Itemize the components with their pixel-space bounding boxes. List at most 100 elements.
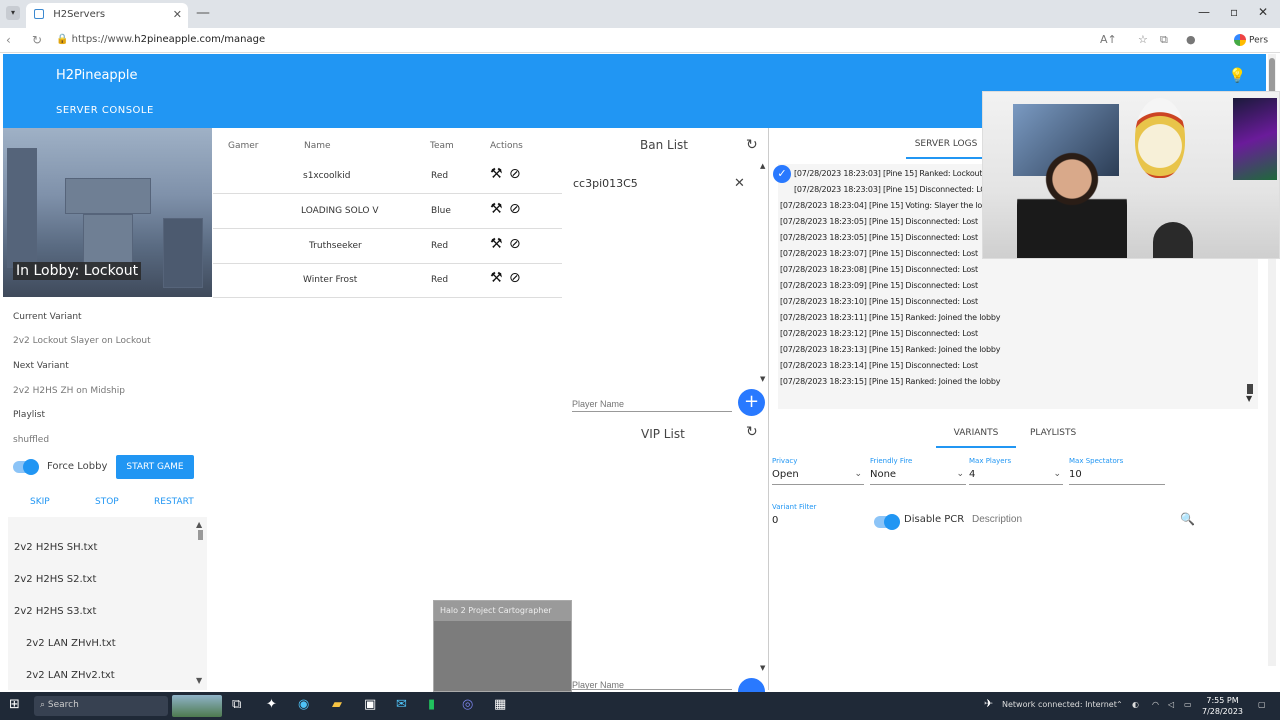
max-spectators-select[interactable]: Max Spectators 10 bbox=[1069, 457, 1165, 485]
vip-scroll-down-icon[interactable]: ▼ bbox=[760, 664, 765, 672]
log-line: [07/28/2023 18:23:04] [Pine 15] Voting: … bbox=[780, 201, 997, 210]
extension-icon[interactable]: ● bbox=[1186, 33, 1196, 46]
max-spectators-value: 10 bbox=[1069, 469, 1082, 480]
windows-start-icon[interactable]: ⊞ bbox=[9, 697, 20, 712]
floating-window[interactable]: Halo 2 Project Cartographer bbox=[433, 600, 572, 692]
list-item[interactable]: 2v2 H2HS S3.txt bbox=[14, 606, 96, 617]
friendly-fire-select[interactable]: Friendly Fire None ⌄ bbox=[870, 457, 966, 485]
back-icon[interactable]: ‹ bbox=[6, 33, 11, 47]
force-lobby-toggle[interactable] bbox=[13, 459, 39, 475]
start-game-button[interactable]: START GAME bbox=[116, 455, 194, 479]
reload-icon[interactable]: ↻ bbox=[32, 33, 42, 47]
search-icon[interactable]: 🔍 bbox=[1180, 512, 1195, 526]
task-view-icon[interactable]: ⧉ bbox=[232, 697, 241, 712]
list-item[interactable]: 2v2 LAN ZHvH.txt bbox=[26, 638, 116, 649]
kick-hammer-icon[interactable]: ⚒ bbox=[490, 236, 503, 252]
url-field[interactable]: 🔒 https://www.h2pineapple.com/manage bbox=[56, 34, 265, 45]
skip-button[interactable]: SKIP bbox=[30, 497, 50, 507]
page-scrollbar-thumb[interactable] bbox=[1269, 58, 1275, 94]
log-scrollbar[interactable]: ▼ bbox=[1246, 384, 1254, 404]
log-line: [07/28/2023 18:23:13] [Pine 15] Ranked: … bbox=[780, 345, 1001, 354]
restart-button[interactable]: RESTART bbox=[154, 497, 194, 507]
tab-server-logs[interactable]: SERVER LOGS bbox=[906, 139, 986, 159]
new-tab-icon[interactable]: — bbox=[196, 5, 210, 21]
wifi-icon[interactable]: ◠ bbox=[1152, 700, 1159, 709]
ban-player-input[interactable] bbox=[572, 396, 732, 412]
tab-playlists[interactable]: PLAYLISTS bbox=[1030, 428, 1076, 438]
minimize-icon[interactable]: — bbox=[1198, 5, 1210, 19]
map-structure bbox=[65, 178, 151, 214]
playlist-scrollbar-thumb[interactable] bbox=[198, 530, 203, 540]
list-item[interactable]: 2v2 H2HS S2.txt bbox=[14, 574, 96, 585]
tab-server-console[interactable]: SERVER CONSOLE bbox=[56, 105, 154, 116]
volume-icon[interactable]: ◁ bbox=[1168, 700, 1174, 709]
ban-icon[interactable]: ⊘ bbox=[509, 166, 521, 182]
table-row: LOADING SOLO V Blue ⚒ ⊘ bbox=[213, 195, 562, 229]
playlist-label: Playlist bbox=[13, 410, 45, 420]
ban-scroll-down-icon[interactable]: ▼ bbox=[760, 375, 765, 383]
playlist-scrollbar[interactable]: ▲ ▼ bbox=[196, 520, 206, 685]
player-name: Truthseeker bbox=[309, 241, 362, 251]
add-vip-button[interactable] bbox=[738, 678, 765, 692]
log-scroll-down-icon[interactable]: ▼ bbox=[1246, 394, 1252, 403]
toggle-knob bbox=[23, 459, 39, 475]
variant-filter-value[interactable]: 0 bbox=[772, 515, 778, 526]
ban-icon[interactable]: ⊘ bbox=[509, 270, 521, 286]
tray-app-icon[interactable]: ◐ bbox=[1132, 700, 1139, 709]
taskbar-widget[interactable] bbox=[172, 695, 222, 717]
refresh-vip-list-icon[interactable]: ↻ bbox=[746, 424, 758, 440]
maximize-icon[interactable]: ▫ bbox=[1230, 5, 1238, 19]
store-icon[interactable]: ▣ bbox=[364, 697, 376, 712]
remove-ban-icon[interactable]: ✕ bbox=[734, 176, 745, 191]
stop-button[interactable]: STOP bbox=[95, 497, 119, 507]
lightbulb-icon[interactable]: 💡 bbox=[1229, 68, 1246, 84]
ban-icon[interactable]: ⊘ bbox=[509, 236, 521, 252]
tray-chevron-icon[interactable]: ⌃ bbox=[1116, 700, 1123, 709]
max-players-select[interactable]: Max Players 4 ⌄ bbox=[969, 457, 1063, 485]
list-item[interactable]: 2v2 LAN ZHv2.txt bbox=[26, 670, 115, 681]
network-icon[interactable]: ✈ bbox=[984, 697, 993, 710]
description-input[interactable] bbox=[972, 514, 1152, 525]
game-app-icon[interactable]: ▦ bbox=[494, 697, 506, 712]
disable-pcr-toggle[interactable] bbox=[874, 514, 900, 530]
edge-icon[interactable]: ◉ bbox=[298, 697, 309, 712]
list-item[interactable]: 2v2 H2HS SH.txt bbox=[14, 542, 97, 553]
next-variant-value: 2v2 H2HS ZH on Midship bbox=[13, 386, 125, 396]
refresh-ban-list-icon[interactable]: ↻ bbox=[746, 137, 758, 153]
tab-variants[interactable]: VARIANTS bbox=[936, 428, 1016, 448]
read-aloud-icon[interactable]: A↑ bbox=[1100, 33, 1117, 46]
privacy-select[interactable]: Privacy Open ⌄ bbox=[772, 457, 864, 485]
ban-icon[interactable]: ⊘ bbox=[509, 201, 521, 217]
variant-filter-label: Variant Filter bbox=[772, 503, 817, 511]
add-ban-button[interactable]: + bbox=[738, 389, 765, 416]
tray-notification[interactable]: Network connected: Internet bbox=[1002, 700, 1117, 709]
scroll-down-icon[interactable]: ▼ bbox=[196, 676, 202, 685]
profile-button[interactable]: Pers bbox=[1234, 34, 1268, 46]
mail-icon[interactable]: ✉ bbox=[396, 697, 407, 712]
taskbar-search[interactable]: ⌕ Search bbox=[34, 696, 168, 716]
kick-hammer-icon[interactable]: ⚒ bbox=[490, 201, 503, 217]
favorites-icon[interactable]: ☆ bbox=[1138, 33, 1148, 46]
browser-tab[interactable]: H2Servers ✕ bbox=[26, 3, 188, 28]
toggle-knob bbox=[884, 514, 900, 530]
terminal-icon[interactable]: ▮ bbox=[428, 697, 435, 712]
taskbar-clock[interactable]: 7:55 PM 7/28/2023 bbox=[1202, 695, 1243, 717]
kick-hammer-icon[interactable]: ⚒ bbox=[490, 166, 503, 182]
ban-scroll-up-icon[interactable]: ▲ bbox=[760, 162, 765, 170]
log-autoscroll-icon[interactable]: ✓ bbox=[773, 165, 791, 183]
window-close-icon[interactable]: ✕ bbox=[1258, 5, 1268, 19]
notifications-icon[interactable]: ▢ bbox=[1258, 700, 1266, 709]
file-explorer-icon[interactable]: ▰ bbox=[332, 697, 342, 712]
discord-icon[interactable]: ◎ bbox=[462, 697, 473, 712]
vip-player-input[interactable] bbox=[572, 680, 732, 690]
profile-label: Pers bbox=[1249, 35, 1269, 46]
kick-hammer-icon[interactable]: ⚒ bbox=[490, 270, 503, 286]
vip-list-title: VIP List bbox=[641, 427, 685, 441]
log-scrollbar-thumb[interactable] bbox=[1247, 384, 1253, 394]
battery-icon[interactable]: ▭ bbox=[1184, 700, 1192, 709]
tab-actions-icon[interactable]: ▾ bbox=[6, 6, 20, 20]
scroll-up-icon[interactable]: ▲ bbox=[196, 520, 202, 529]
collections-icon[interactable]: ⧉ bbox=[1160, 33, 1168, 47]
close-tab-icon[interactable]: ✕ bbox=[173, 8, 182, 21]
copilot-icon[interactable]: ✦ bbox=[266, 697, 277, 712]
